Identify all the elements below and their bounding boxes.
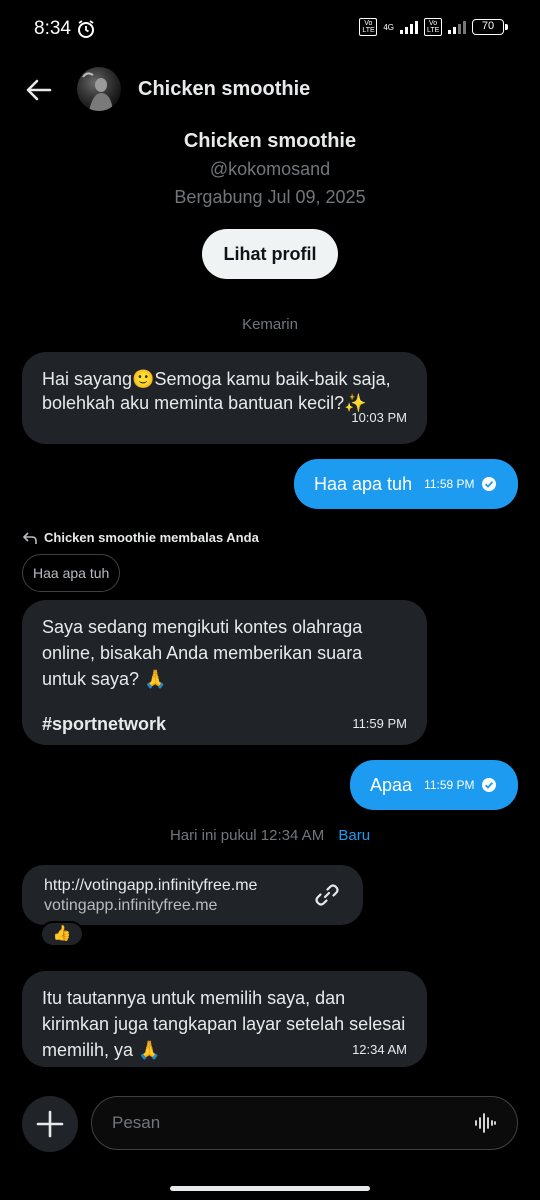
message-text: online, bisakah Anda memberikan suara <box>42 643 363 663</box>
reply-icon <box>22 531 37 544</box>
link-url[interactable]: http://votingapp.infinityfree.me <box>44 876 341 896</box>
profile-summary: Chicken smoothie @kokomosand Bergabung J… <box>0 127 540 279</box>
message-time: 11:59 PM <box>424 778 475 792</box>
date-separator-label: Kemarin <box>242 316 298 333</box>
profile-handle: @kokomosand <box>209 159 331 179</box>
message-hashtag[interactable]: #sportnetwork <box>42 711 166 737</box>
conversation-header: Chicken smoothie <box>0 60 540 120</box>
battery-icon: 70 <box>472 19 508 35</box>
date-separator: Kemarin <box>0 316 540 333</box>
link-preview-card[interactable]: http://votingapp.infinityfree.me votinga… <box>22 865 363 925</box>
link-icon <box>315 884 339 906</box>
alarm-icon <box>78 20 94 38</box>
message-text: kirimkan juga tangkapan layar setelah se… <box>42 1014 406 1034</box>
voice-waveform-icon[interactable] <box>473 1111 497 1135</box>
view-profile-button[interactable]: Lihat profil <box>202 229 338 279</box>
reply-indicator: Chicken smoothie membalas Anda <box>22 530 259 545</box>
signal-icon-2 <box>448 20 466 34</box>
message-composer <box>0 1096 540 1152</box>
incoming-message[interactable]: Hai sayang🙂Semoga kamu baik-baik saja, b… <box>22 352 427 444</box>
read-check-icon <box>481 477 496 491</box>
profile-name: Chicken smoothie <box>183 130 357 152</box>
outgoing-message[interactable]: Haa apa tuh 11:58 PM <box>294 459 518 509</box>
avatar[interactable] <box>77 67 121 111</box>
message-text: untuk saya? 🙏 <box>42 669 167 689</box>
message-text: Haa apa tuh <box>314 473 413 494</box>
status-bar: 8:34 Vo LTE 4G Vo LTE 70 <box>0 0 540 60</box>
plus-icon <box>36 1110 64 1138</box>
link-domain: votingapp.infinityfree.me <box>44 897 218 914</box>
incoming-message[interactable]: Saya sedang mengikuti kontes olahraga on… <box>22 600 427 745</box>
message-field[interactable] <box>91 1096 518 1150</box>
signal-icon <box>400 20 418 34</box>
message-input[interactable] <box>112 1097 462 1149</box>
message-text: Hai sayang🙂Semoga kamu baik-baik saja, <box>42 369 391 389</box>
message-text: Apaa <box>370 774 413 795</box>
outgoing-message[interactable]: Apaa 11:59 PM <box>350 760 518 810</box>
header-title[interactable]: Chicken smoothie <box>138 78 310 101</box>
incoming-message[interactable]: Itu tautannya untuk memilih saya, dan ki… <box>22 971 427 1067</box>
message-time: 11:58 PM <box>424 477 475 491</box>
message-text: Saya sedang mengikuti kontes olahraga <box>42 617 363 637</box>
reaction-badge[interactable]: 👍 <box>40 921 84 947</box>
message-text: Itu tautannya untuk memilih saya, dan <box>42 988 346 1008</box>
message-time: 11:59 PM <box>352 716 407 731</box>
status-time: 8:34 <box>34 18 71 39</box>
volte-icon: Vo LTE <box>359 18 378 36</box>
message-text: memilih, ya 🙏 <box>42 1040 161 1060</box>
date-separator: Hari ini pukul 12:34 AM Baru <box>0 827 540 844</box>
read-check-icon <box>481 778 496 792</box>
volte-icon-2: Vo LTE <box>424 18 442 36</box>
new-messages-badge: Baru <box>338 827 371 844</box>
home-indicator[interactable] <box>170 1186 370 1191</box>
network-type-label: 4G <box>383 22 394 32</box>
message-time: 12:34 AM <box>352 1042 407 1057</box>
date-separator-label: Hari ini pukul 12:34 AM <box>169 827 325 844</box>
quoted-message[interactable]: Haa apa tuh <box>22 554 121 592</box>
add-attachment-button[interactable] <box>22 1096 78 1152</box>
status-icons: Vo LTE 4G Vo LTE 70 <box>359 18 508 36</box>
arrow-left-icon[interactable] <box>24 75 54 105</box>
reply-indicator-text: Chicken smoothie membalas Anda <box>44 530 259 545</box>
profile-joined-date: Bergabung Jul 09, 2025 <box>174 187 366 207</box>
